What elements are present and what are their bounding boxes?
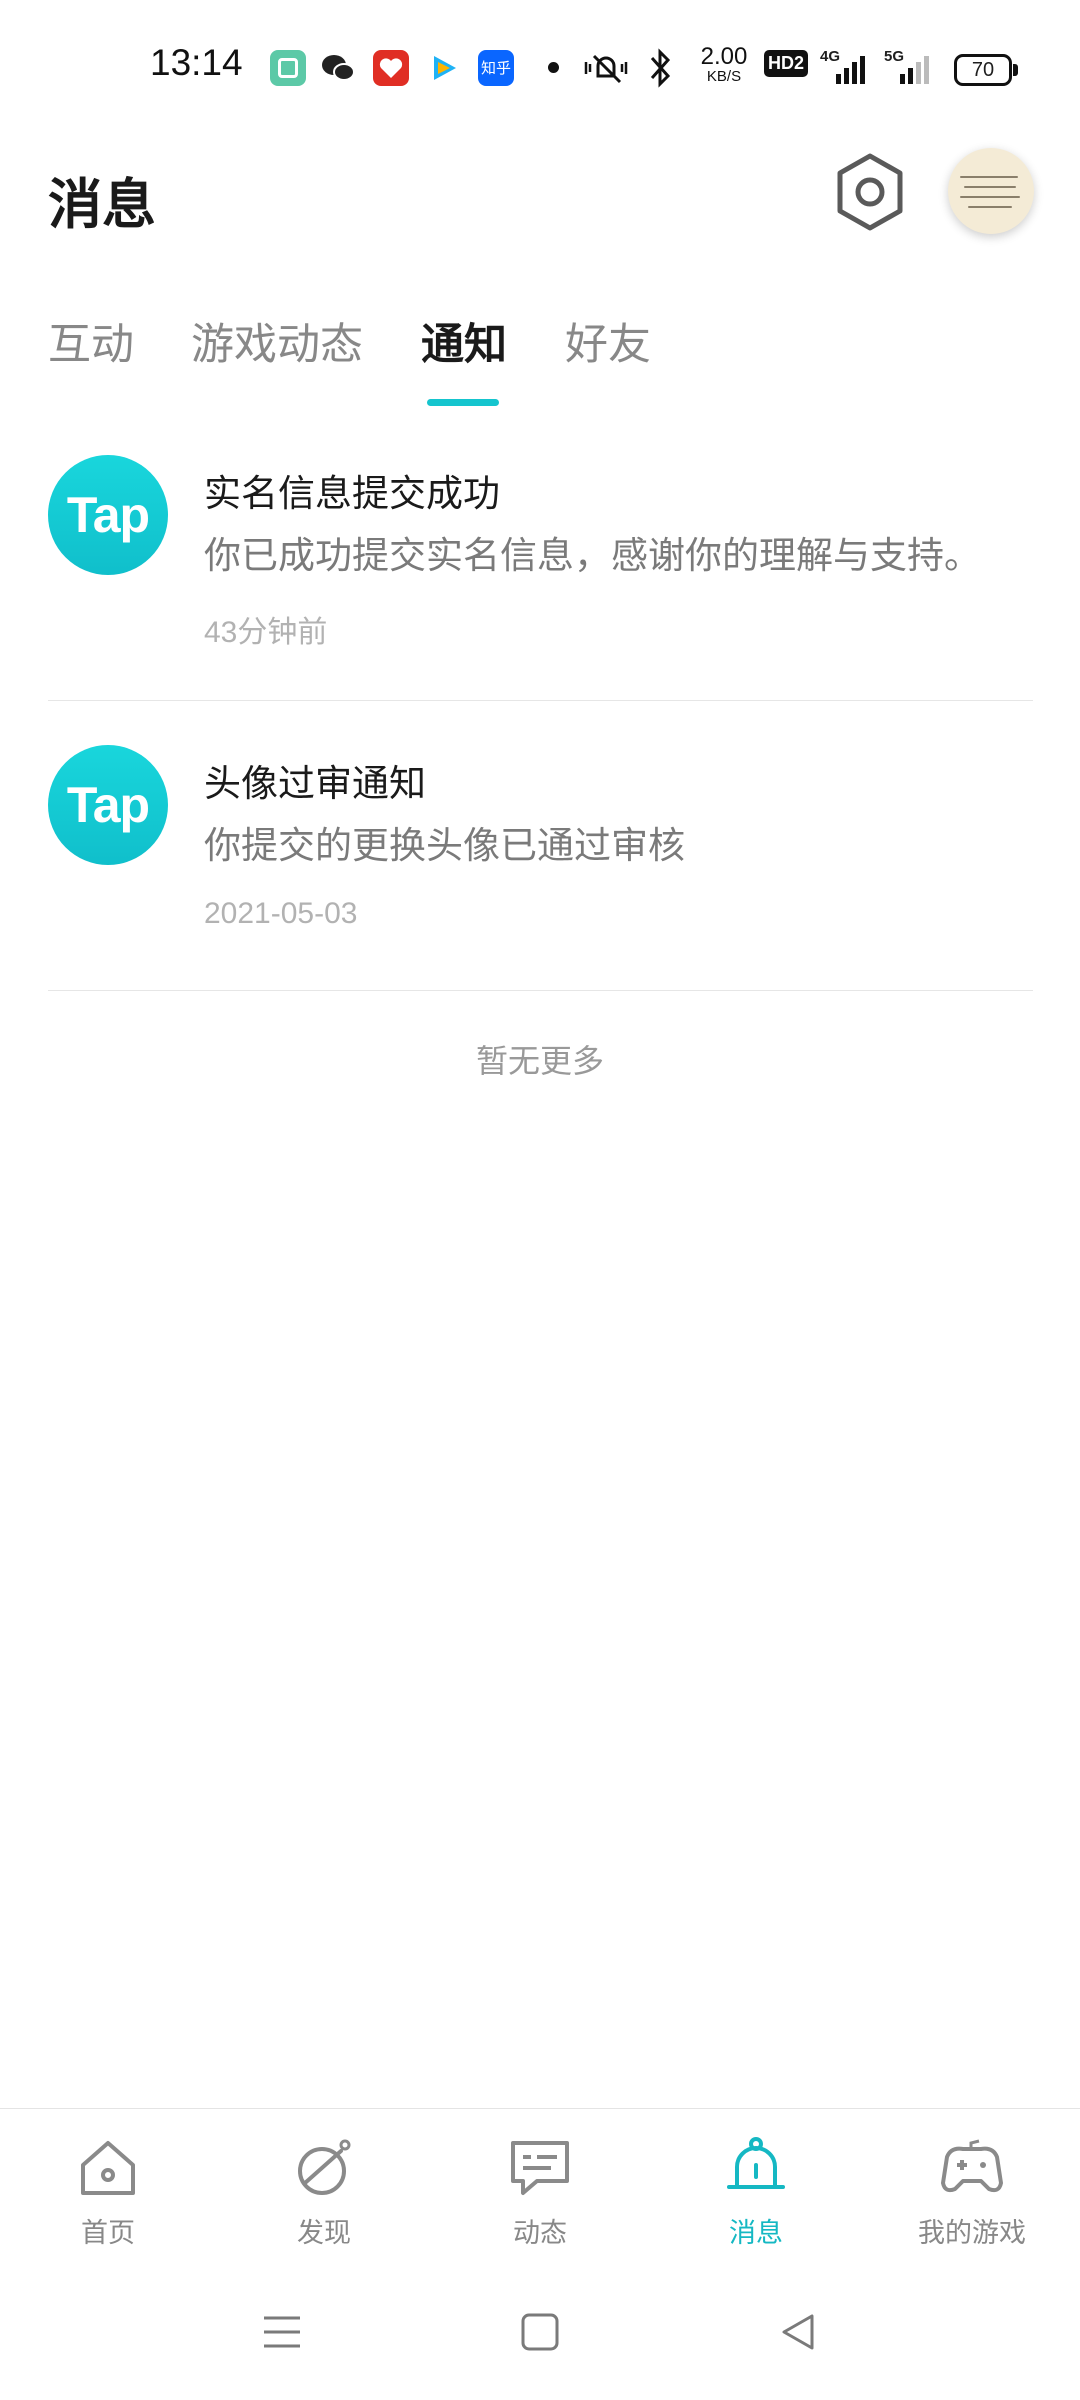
tab-interaction[interactable]: 互动 [48,310,134,372]
gamepad-icon [941,2139,1003,2193]
zhihu-icon: 知乎 [478,50,514,86]
home-icon [81,2141,135,2195]
settings-button[interactable] [830,150,910,234]
nav-moments[interactable]: 动态 [460,2135,620,2255]
hd-badge: HD2 [764,50,809,77]
avatar[interactable] [948,148,1034,234]
list-item[interactable]: Tap 头像过审通知 你提交的更换头像已通过审核 2021-05-03 [48,745,1033,991]
battery-indicator: 70 [954,54,1018,86]
nav-label: 发现 [297,2218,351,2249]
tencent-video-icon [426,50,462,86]
nav-label: 我的游戏 [918,2218,1026,2249]
notification-body: 你已成功提交实名信息，感谢你的理解与支持。 [204,534,981,577]
tap-logo-icon: Tap [48,455,168,575]
nav-messages[interactable]: 消息 [676,2135,836,2255]
tab-friends[interactable]: 好友 [565,310,651,372]
status-bar: 13:14 知乎 2.00 KB/S HD2 4G 5G 70 [0,0,1080,130]
nav-my-games[interactable]: 我的游戏 [892,2135,1052,2255]
home-square-icon[interactable] [520,2312,560,2352]
page-title: 消息 [48,173,156,236]
tab-game-news[interactable]: 游戏动态 [191,310,363,372]
notification-title: 实名信息提交成功 [204,472,500,515]
notification-time: 2021-05-03 [204,897,358,930]
bell-icon [727,2137,785,2189]
tab-notifications[interactable]: 通知 [421,310,507,372]
list-end-text: 暂无更多 [475,1042,604,1080]
vibrate-mute-icon [584,54,628,84]
notification-body: 你提交的更换头像已通过审核 [204,824,685,867]
moments-chat-icon [511,2141,569,2195]
signal-bars-icon [836,56,865,84]
bottom-nav: 首页 发现 动态 消息 我的游戏 [0,2108,1080,2271]
nav-discover[interactable]: 发现 [244,2135,404,2255]
nav-home[interactable]: 首页 [28,2135,188,2255]
signal-5g: 5G [880,48,936,84]
tab-active-indicator [427,399,499,406]
signal-4g: 4G [820,48,870,84]
notification-time: 43分钟前 [204,616,328,649]
discover-planet-icon [298,2139,351,2195]
notification-title: 头像过审通知 [204,762,426,805]
notification-dot-icon [548,62,559,73]
wechat-icon [320,50,356,86]
bluetooth-icon [650,48,671,88]
menu-icon[interactable] [262,2312,302,2352]
signal-bars-icon [900,56,929,84]
network-speed: 2.00 KB/S [700,43,748,86]
back-triangle-icon[interactable] [778,2312,818,2352]
pinduoduo-icon [373,50,409,86]
nav-label: 消息 [729,2218,783,2249]
multitask-icon [270,50,306,86]
list-item[interactable]: Tap 实名信息提交成功 你已成功提交实名信息，感谢你的理解与支持。 43分钟前 [48,455,1033,701]
system-nav-bar [0,2272,1080,2400]
nav-label: 首页 [81,2218,135,2249]
tap-logo-icon: Tap [48,745,168,865]
settings-hexagon-icon [837,153,903,231]
status-time: 13:14 [150,42,243,83]
nav-label: 动态 [513,2218,567,2249]
